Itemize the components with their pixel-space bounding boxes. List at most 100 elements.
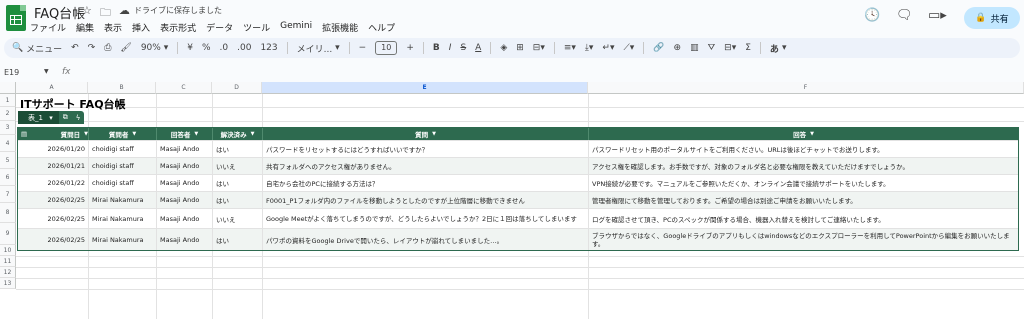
menu-file[interactable]: ファイル xyxy=(30,21,66,34)
cell-date[interactable]: 2026/01/20 xyxy=(18,141,89,157)
row-header-11[interactable]: 11 xyxy=(0,256,16,267)
row-header-4[interactable]: 4 xyxy=(0,135,16,152)
cell-answer[interactable]: アクセス権を確認します。お手数ですが、対象のフォルダ名と必要な権限を教えていただ… xyxy=(589,158,1018,174)
cell-answerer[interactable]: Masaji Ando xyxy=(157,175,213,191)
column-header-e[interactable]: E xyxy=(262,82,588,94)
history-icon[interactable]: 🕓 xyxy=(864,8,880,23)
cell-asker[interactable]: choidigi staff xyxy=(89,175,157,191)
row-header-10[interactable]: 10 xyxy=(0,245,16,256)
row-header-3[interactable]: 3 xyxy=(0,121,16,135)
menu-help[interactable]: ヘルプ xyxy=(368,21,395,34)
header-answerer[interactable]: 回答者 ▼ xyxy=(157,128,213,140)
cell-date[interactable]: 2026/01/21 xyxy=(18,158,89,174)
cell-resolved[interactable]: いいえ xyxy=(213,209,263,228)
row-header-9[interactable]: 9 xyxy=(0,223,16,245)
font-size-decrease[interactable]: − xyxy=(359,43,367,53)
column-header-c[interactable]: C xyxy=(156,82,212,94)
zoom-select[interactable]: 90% ▾ xyxy=(141,43,168,53)
column-header-b[interactable]: B xyxy=(88,82,156,94)
text-color-icon[interactable]: A xyxy=(475,43,481,53)
filter-views-icon[interactable]: ⊟▾ xyxy=(724,43,736,53)
insert-link-icon[interactable]: 🔗 xyxy=(653,43,664,53)
header-resolved[interactable]: 解決済み ▼ xyxy=(213,128,263,140)
cell-resolved[interactable]: はい xyxy=(213,175,263,191)
cell-question[interactable]: F0001_P1フォルダ内のファイルを移動しようとしたのですが上位階層に移動でき… xyxy=(263,192,589,208)
name-box[interactable]: E19 xyxy=(4,68,19,77)
currency-button[interactable]: ¥ xyxy=(187,43,193,53)
cell-question[interactable]: パスワードをリセットするにはどうすればいいですか？ xyxy=(263,141,589,157)
cell-asker[interactable]: Mirai Nakamura xyxy=(89,209,157,228)
header-answer[interactable]: 回答 ▼ xyxy=(589,128,1018,140)
paint-format-icon[interactable]: 🖌 xyxy=(120,43,131,53)
column-header-d[interactable]: D xyxy=(212,82,262,94)
cell-question[interactable]: Google Meetがよく落ちてしまうのですが、どうしたらよいでしょうか？2日… xyxy=(263,209,589,228)
undo-icon[interactable]: ↶ xyxy=(71,43,79,53)
comment-icon[interactable]: 🗨 xyxy=(896,8,913,23)
cell-answerer[interactable]: Masaji Ando xyxy=(157,229,213,250)
row-header-7[interactable]: 7 xyxy=(0,186,16,203)
column-header-a[interactable]: A xyxy=(16,82,88,94)
functions-icon[interactable]: Σ xyxy=(745,43,751,53)
cell-answer[interactable]: ブラウザからではなく、Googleドライブのアプリもしくはwindowsなどのエ… xyxy=(589,229,1018,250)
input-tools-button[interactable]: あ ▾ xyxy=(770,42,787,55)
redo-icon[interactable]: ↷ xyxy=(88,43,96,53)
font-select[interactable]: メイリ... ▾ xyxy=(297,42,340,55)
meet-icon[interactable]: ▭▸ xyxy=(928,8,947,23)
cell-question[interactable]: 自宅から会社のPCに接続する方法は？ xyxy=(263,175,589,191)
cell-asker[interactable]: choidigi staff xyxy=(89,141,157,157)
cell-answer[interactable]: パスワードリセット用のポータルサイトをご利用ください。URLは後ほどチャットでお… xyxy=(589,141,1018,157)
row-header-8[interactable]: 8 xyxy=(0,203,16,223)
cell-answer[interactable]: VPN接続が必要です。マニュアルをご参照いただくか、オンライン会議で接続サポート… xyxy=(589,175,1018,191)
fill-color-icon[interactable]: ◈ xyxy=(500,43,507,53)
insert-comment-icon[interactable]: ⊕ xyxy=(674,43,682,53)
borders-icon[interactable]: ⊞ xyxy=(516,43,524,53)
horizontal-align-icon[interactable]: ≡▾ xyxy=(564,43,576,53)
chevron-down-icon[interactable]: ▼ xyxy=(251,131,255,137)
italic-icon[interactable]: I xyxy=(449,43,452,53)
cell-question[interactable]: パワポの資料をGoogle Driveで開いたら、レイアウトが崩れてしまいました… xyxy=(263,229,589,250)
merge-cells-icon[interactable]: ⊟▾ xyxy=(533,43,545,53)
cell-asker[interactable]: Mirai Nakamura xyxy=(89,229,157,250)
cell-answer[interactable]: ログを確認させて頂き、PCのスペックが関係する場合、機器入れ替えを検討してご連絡… xyxy=(589,209,1018,228)
chevron-down-icon[interactable]: ▼ xyxy=(432,131,436,137)
menu-extensions[interactable]: 拡張機能 xyxy=(322,21,358,34)
cell-date[interactable]: 2026/01/22 xyxy=(18,175,89,191)
print-icon[interactable]: ⎙ xyxy=(104,43,111,53)
row-header-13[interactable]: 13 xyxy=(0,278,16,289)
cell-date[interactable]: 2026/02/25 xyxy=(18,229,89,250)
cell-date[interactable]: 2026/02/25 xyxy=(18,209,89,228)
filter-icon[interactable]: ⛛ xyxy=(708,43,716,53)
cell-question[interactable]: 共有フォルダへのアクセス権がありません。 xyxy=(263,158,589,174)
table-name-chip[interactable]: 表_1 ▾ xyxy=(18,111,59,124)
menu-insert[interactable]: 挿入 xyxy=(132,21,150,34)
document-title[interactable]: FAQ台帳 xyxy=(34,3,85,22)
row-header-6[interactable]: 6 xyxy=(0,169,16,186)
header-asker[interactable]: 質問者 ▼ xyxy=(89,128,157,140)
strikethrough-icon[interactable]: S xyxy=(460,43,466,53)
percent-button[interactable]: % xyxy=(202,43,211,53)
cell-resolved[interactable]: はい xyxy=(213,229,263,250)
font-size-input[interactable]: 10 xyxy=(375,41,398,55)
text-wrap-icon[interactable]: ↵▾ xyxy=(602,43,614,53)
column-header-f[interactable]: F xyxy=(588,82,1024,94)
font-size-increase[interactable]: + xyxy=(406,43,414,53)
insert-chart-icon[interactable]: ▥ xyxy=(690,43,699,53)
chevron-down-icon[interactable]: ▼ xyxy=(810,131,814,137)
number-format-button[interactable]: 123 xyxy=(260,43,277,53)
sheets-logo-icon[interactable] xyxy=(6,5,26,31)
cell-answer[interactable]: 管理者権限にて移動を管理しております。ご希望の場合は別途ご申請をお願いいたします… xyxy=(589,192,1018,208)
bold-icon[interactable]: B xyxy=(433,43,440,53)
row-header-2[interactable]: 2 xyxy=(0,107,16,121)
chevron-down-icon[interactable]: ▼ xyxy=(44,68,49,75)
header-question[interactable]: 質問 ▼ xyxy=(263,128,589,140)
cell-answerer[interactable]: Masaji Ando xyxy=(157,192,213,208)
table-flash-icon[interactable]: ϟ xyxy=(72,111,85,124)
row-header-5[interactable]: 5 xyxy=(0,152,16,169)
row-header-1[interactable]: 1 xyxy=(0,94,16,107)
menu-tools[interactable]: ツール xyxy=(243,21,270,34)
text-rotation-icon[interactable]: ⟋▾ xyxy=(623,43,634,53)
cell-asker[interactable]: Mirai Nakamura xyxy=(89,192,157,208)
row-header-12[interactable]: 12 xyxy=(0,267,16,278)
vertical-align-icon[interactable]: ⤓▾ xyxy=(585,43,594,53)
header-question-date[interactable]: ▤ 質問日 ▼ xyxy=(18,128,89,140)
